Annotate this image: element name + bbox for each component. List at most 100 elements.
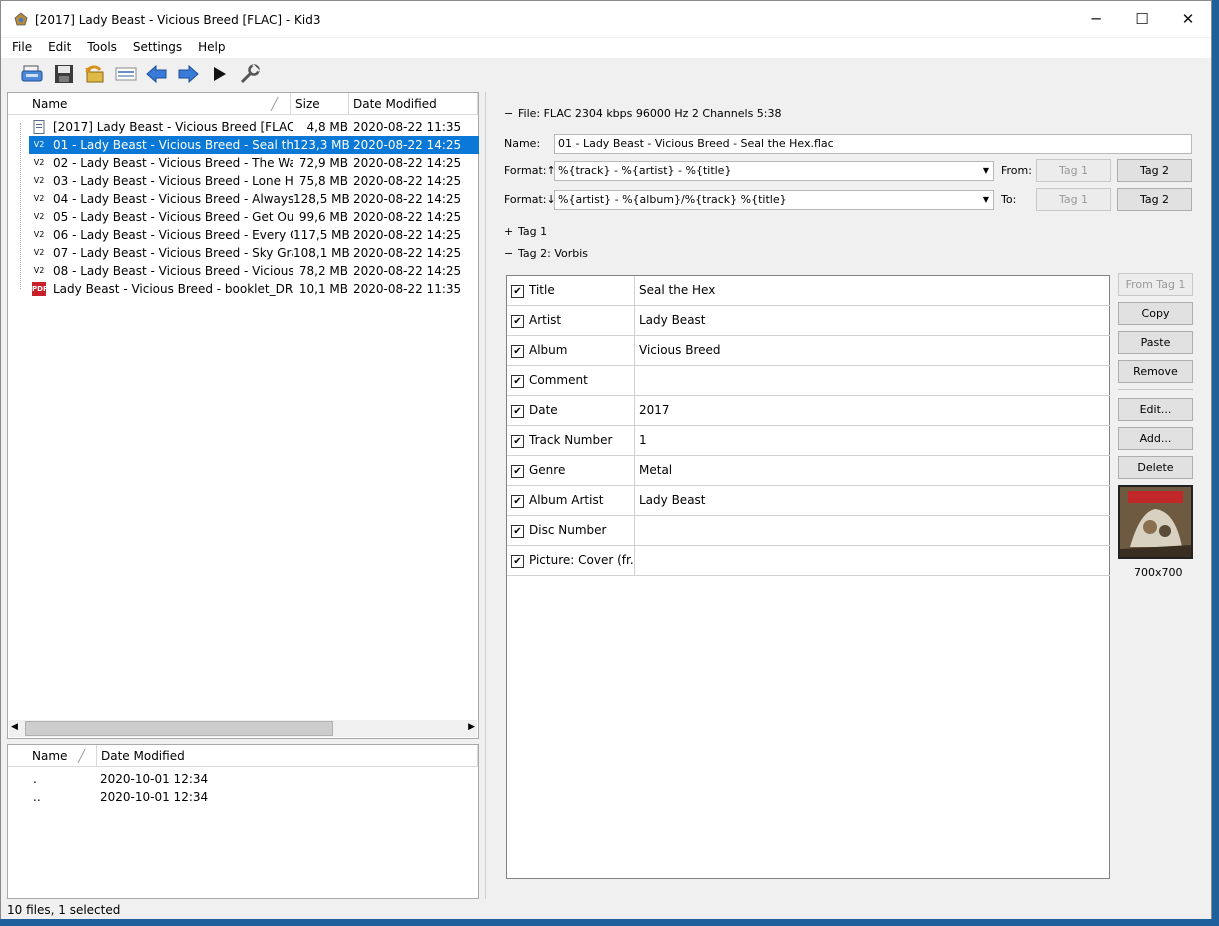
tag-field-value[interactable]: 2017	[639, 396, 670, 425]
filename-input[interactable]: 01 - Lady Beast - Vicious Breed - Seal t…	[554, 134, 1192, 154]
checkbox-checked-icon[interactable]: ✔	[511, 465, 524, 478]
settings-button[interactable]	[237, 62, 263, 86]
expand-tag1-sign[interactable]: +	[504, 224, 513, 240]
column-header-date[interactable]: Date Modified	[349, 93, 478, 115]
file-name: 07 - Lady Beast - Vicious Breed - Sky Gr…	[53, 246, 293, 260]
close-button[interactable]: ✕	[1165, 1, 1211, 37]
checkbox-checked-icon[interactable]: ✔	[511, 525, 524, 538]
tag-field-value[interactable]: Seal the Hex	[639, 276, 715, 305]
checkbox-checked-icon[interactable]: ✔	[511, 285, 524, 298]
file-row[interactable]: PDF Lady Beast - Vicious Breed - booklet…	[8, 280, 478, 298]
tag-field-name: Comment	[529, 366, 635, 395]
checkbox-checked-icon[interactable]: ✔	[511, 495, 524, 508]
menu-tools[interactable]: Tools	[79, 38, 125, 58]
next-button[interactable]	[175, 62, 201, 86]
minimize-button[interactable]: ─	[1073, 1, 1119, 37]
tag-field-name: Date	[529, 396, 635, 425]
revert-button[interactable]	[81, 62, 107, 86]
kid3-app-icon	[14, 12, 28, 26]
sort-indicator-icon: ╱	[78, 749, 86, 763]
play-button[interactable]	[206, 62, 232, 86]
menu-help[interactable]: Help	[190, 38, 233, 58]
from-tag1-copy-button[interactable]: From Tag 1	[1118, 273, 1193, 296]
menu-file[interactable]: File	[4, 38, 40, 58]
add-button[interactable]: Add...	[1118, 427, 1193, 450]
from-tag1-button[interactable]: Tag 1	[1036, 159, 1111, 182]
tag-field-value[interactable]: 1	[639, 426, 647, 455]
file-size: 78,2 MB	[298, 264, 348, 278]
tag-field-value[interactable]: Vicious Breed	[639, 336, 721, 365]
chevron-down-icon: ▼	[982, 166, 990, 175]
checkbox-checked-icon[interactable]: ✔	[511, 405, 524, 418]
maximize-button[interactable]: ☐	[1119, 1, 1165, 37]
dir-row[interactable]: .. 2020-10-01 12:34	[8, 788, 478, 806]
tag2-section-title[interactable]: Tag 2: Vorbis	[518, 246, 588, 262]
tag-row[interactable]: ✔ Title Seal the Hex	[507, 276, 1110, 306]
scroll-right-icon[interactable]: ▶	[468, 722, 475, 732]
edit-button[interactable]: Edit...	[1118, 398, 1193, 421]
file-size: 108,1 MB	[293, 246, 350, 260]
tag-field-value[interactable]: Metal	[639, 456, 672, 485]
album-cover-image[interactable]	[1118, 485, 1193, 559]
file-row[interactable]: V2 05 - Lady Beast - Vicious Breed - Get…	[8, 208, 478, 226]
to-tag1-button[interactable]: Tag 1	[1036, 188, 1111, 211]
collapse-file-sign[interactable]: −	[504, 106, 513, 122]
dir-name: .	[33, 772, 37, 786]
checkbox-checked-icon[interactable]: ✔	[511, 435, 524, 448]
from-tag2-button[interactable]: Tag 2	[1117, 159, 1192, 182]
tag1-section-title[interactable]: Tag 1	[518, 224, 547, 240]
remove-button[interactable]: Remove	[1118, 360, 1193, 383]
copy-button[interactable]: Copy	[1118, 302, 1193, 325]
scroll-left-icon[interactable]: ◀	[11, 722, 18, 732]
collapse-tag2-sign[interactable]: −	[504, 246, 513, 262]
file-row[interactable]: V2 03 - Lady Beast - Vicious Breed - Lon…	[8, 172, 478, 190]
save-button[interactable]	[51, 62, 77, 86]
column-header-name[interactable]: Name ╱	[8, 93, 291, 115]
column-header-size[interactable]: Size	[291, 93, 349, 115]
scroll-thumb[interactable]	[25, 721, 333, 736]
previous-button[interactable]	[144, 62, 170, 86]
tag-row[interactable]: ✔ Artist Lady Beast	[507, 306, 1110, 336]
menu-bar: File Edit Tools Settings Help	[1, 38, 1211, 58]
format-up-select[interactable]: %{track} - %{artist} - %{title} ▼	[554, 161, 994, 181]
tag-field-value[interactable]: Lady Beast	[639, 486, 706, 515]
column-size-label: Size	[295, 97, 320, 111]
format-down-select[interactable]: %{artist} - %{album}/%{track} %{title} ▼	[554, 190, 994, 210]
file-name: 06 - Lady Beast - Vicious Breed - Every …	[53, 228, 293, 242]
open-button[interactable]	[19, 62, 45, 86]
tag-field-value[interactable]: Lady Beast	[639, 306, 706, 335]
checkbox-checked-icon[interactable]: ✔	[511, 315, 524, 328]
to-tag2-button[interactable]: Tag 2	[1117, 188, 1192, 211]
dir-column-header-date[interactable]: Date Modified	[97, 745, 478, 767]
file-row-selected[interactable]: V2 01 - Lady Beast - Vicious Breed - Sea…	[29, 136, 479, 154]
tag-row[interactable]: ✔ Date 2017	[507, 396, 1110, 426]
delete-button[interactable]: Delete	[1118, 456, 1193, 479]
file-row[interactable]: V2 06 - Lady Beast - Vicious Breed - Eve…	[8, 226, 478, 244]
horizontal-scrollbar[interactable]: ◀ ▶	[9, 720, 477, 737]
format-down-value: %{artist} - %{album}/%{track} %{title}	[558, 193, 787, 206]
dir-column-header-name[interactable]: Name ╱	[8, 745, 97, 767]
menu-settings[interactable]: Settings	[125, 38, 190, 58]
dir-row[interactable]: . 2020-10-01 12:34	[8, 770, 478, 788]
tag-row[interactable]: ✔ Picture: Cover (fr...	[507, 546, 1110, 576]
paste-button[interactable]: Paste	[1118, 331, 1193, 354]
checkbox-checked-icon[interactable]: ✔	[511, 345, 524, 358]
tag-row[interactable]: ✔ Album Artist Lady Beast	[507, 486, 1110, 516]
file-row[interactable]: [2017] Lady Beast - Vicious Breed [FLAC]…	[8, 118, 478, 136]
to-label: To:	[1001, 193, 1017, 206]
v2-tag-icon: V2	[33, 212, 45, 221]
tag-row[interactable]: ✔ Album Vicious Breed	[507, 336, 1110, 366]
tag-row[interactable]: ✔ Track Number 1	[507, 426, 1110, 456]
file-row[interactable]: V2 07 - Lady Beast - Vicious Breed - Sky…	[8, 244, 478, 262]
tags-button[interactable]	[113, 62, 139, 86]
tag-row[interactable]: ✔ Disc Number	[507, 516, 1110, 546]
menu-edit[interactable]: Edit	[40, 38, 79, 58]
file-row[interactable]: V2 08 - Lady Beast - Vicious Breed - Vic…	[8, 262, 478, 280]
checkbox-checked-icon[interactable]: ✔	[511, 375, 524, 388]
file-row[interactable]: V2 02 - Lady Beast - Vicious Breed - The…	[8, 154, 478, 172]
tag-row[interactable]: ✔ Genre Metal	[507, 456, 1110, 486]
file-row[interactable]: V2 04 - Lady Beast - Vicious Breed - Alw…	[8, 190, 478, 208]
tag-row[interactable]: ✔ Comment	[507, 366, 1110, 396]
tag-field-name: Title	[529, 276, 635, 305]
checkbox-checked-icon[interactable]: ✔	[511, 555, 524, 568]
